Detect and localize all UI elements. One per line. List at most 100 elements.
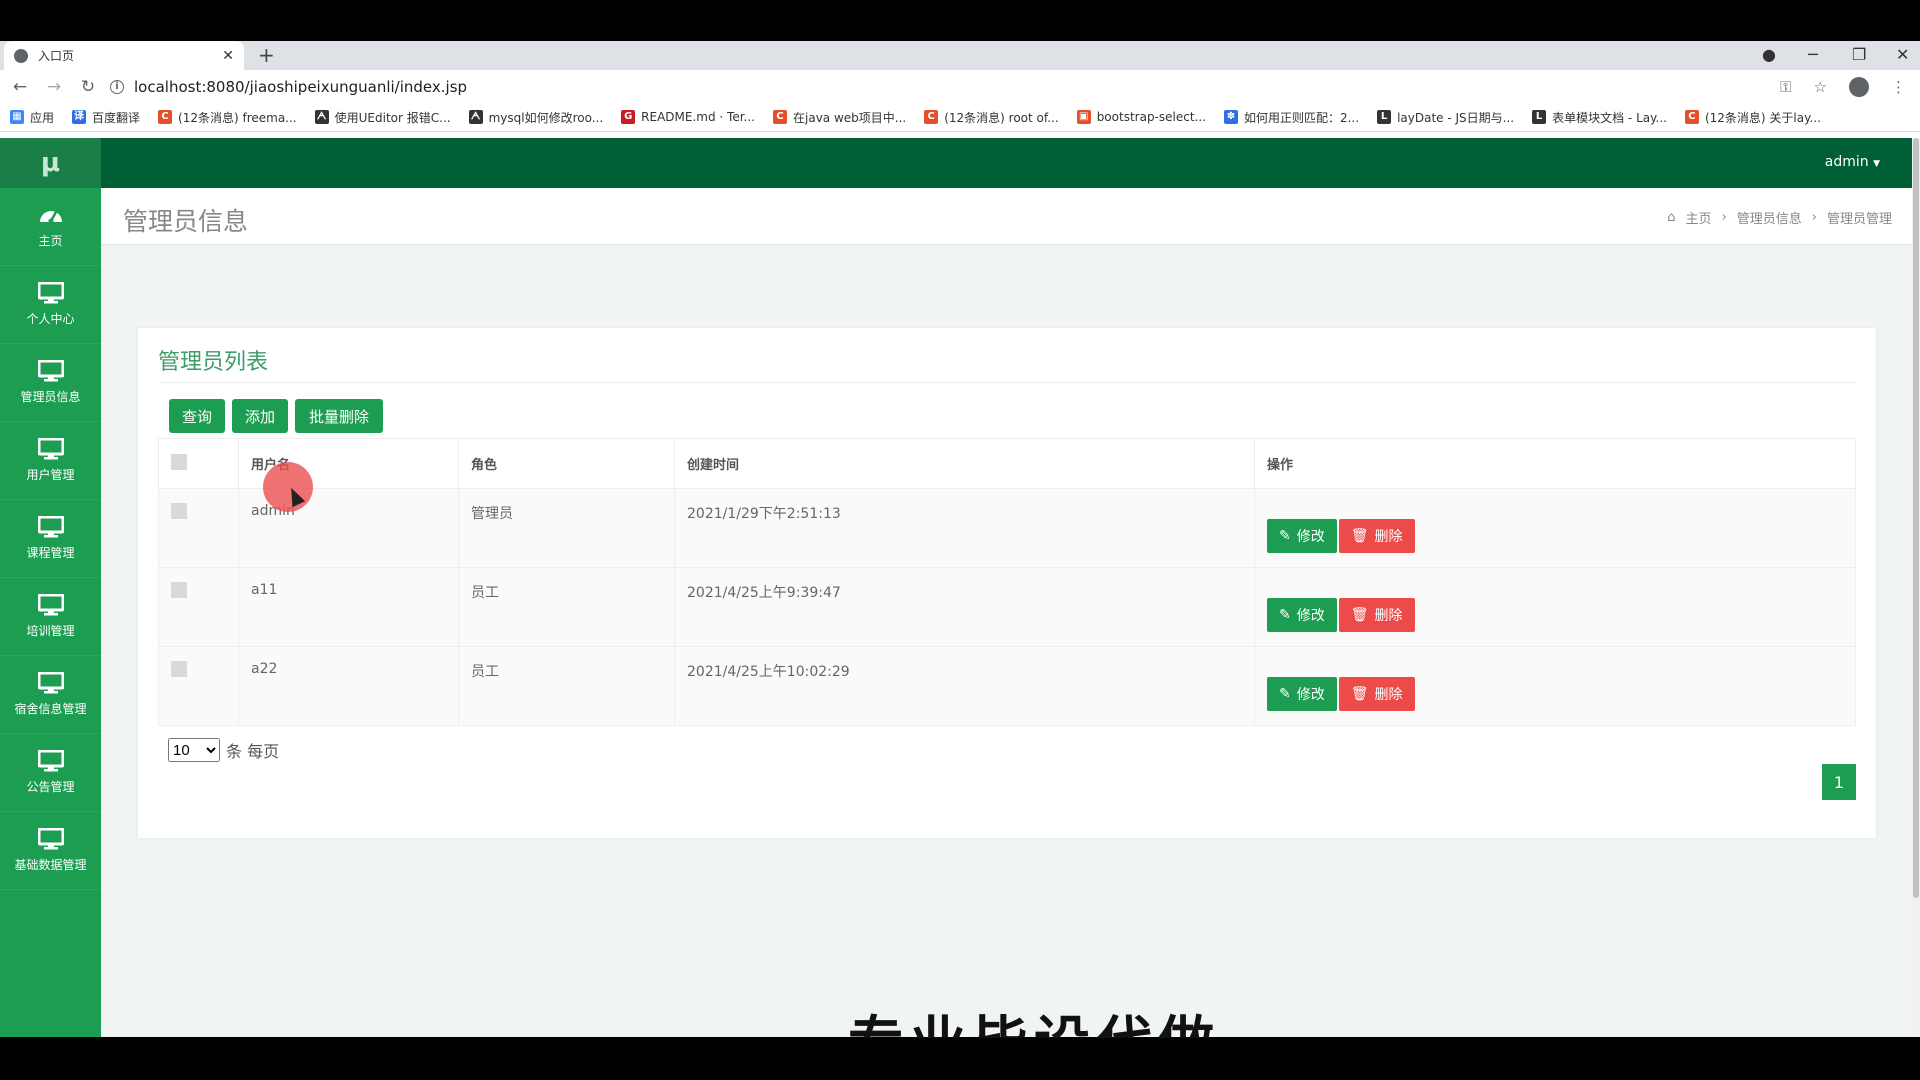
trash-icon: 🗑 (1350, 607, 1369, 623)
cell-actions: ✎ 修改 🗑 删除 (1254, 646, 1856, 726)
user-dropdown[interactable]: admin ▼ (1825, 154, 1880, 170)
sidebar: μ 主页 个人中心 管理员信息 用户管理 课程管理 培训管理 宿舍信息管理 公告管理 基础数据管… (0, 138, 101, 1037)
bookmark-label: 表单模块文档 - Lay... (1552, 110, 1667, 125)
bookmark-favicon-icon: ✽ (1223, 110, 1238, 124)
bookmark-item[interactable]: ▦ 应用 (10, 109, 54, 126)
edit-button[interactable]: ✎ 修改 (1267, 598, 1337, 632)
bookmark-label: 百度翻译 (92, 110, 141, 125)
edit-label: 修改 (1296, 529, 1325, 545)
bookmark-label: 应用 (30, 110, 55, 125)
bookmark-label: (12条消息) 关于lay... (1704, 110, 1821, 125)
page-scrollbar[interactable] (1912, 138, 1920, 1037)
close-icon[interactable]: ✕ (222, 48, 234, 64)
bookmark-favicon-icon: ᗅ (314, 110, 329, 124)
edit-button[interactable]: ✎ 修改 (1267, 519, 1337, 553)
restore-icon[interactable]: ❐ (1852, 45, 1866, 64)
edit-button[interactable]: ✎ 修改 (1267, 677, 1337, 711)
table-body: admin 管理员 2021/1/29下午2:51:13 ✎ 修改 🗑 删除 a11 员工 202… (158, 488, 1856, 726)
new-tab-icon[interactable]: + (258, 43, 275, 67)
sidebar-item[interactable]: 主页 (0, 188, 101, 266)
tab-index-page[interactable]: 入口页 ✕ (4, 41, 244, 70)
sidebar-item[interactable]: 课程管理 (0, 500, 101, 578)
delete-button[interactable]: 🗑 删除 (1338, 598, 1415, 632)
scrollbar-thumb[interactable] (1913, 138, 1919, 898)
bookmark-item[interactable]: L 表单模块文档 - Lay... (1532, 109, 1667, 126)
minimize-icon[interactable]: ─ (1808, 45, 1818, 64)
page-size-select[interactable]: 10 (168, 738, 220, 762)
sidebar-item-label: 管理员信息 (20, 390, 81, 404)
header-select-all[interactable] (158, 438, 239, 489)
star-icon[interactable]: ☆ (1814, 78, 1827, 96)
bookmark-item[interactable]: LlayDate - JS日期与... (1377, 109, 1514, 126)
kebab-menu-icon[interactable]: ⋮ (1891, 78, 1906, 96)
address-bar[interactable]: i localhost:8080/jiaoshipeixunguanli/ind… (110, 74, 1780, 100)
page-number-button[interactable]: 1 (1822, 764, 1856, 800)
page-header: 管理员信息 ⌂ 主页 › 管理员信息 › 管理员管理 (101, 188, 1912, 245)
row-checkbox[interactable] (171, 582, 187, 598)
sidebar-item[interactable]: 培训管理 (0, 578, 101, 656)
trash-icon: 🗑 (1350, 528, 1369, 544)
topbar: admin ▼ (101, 138, 1912, 188)
sidebar-item[interactable]: 用户管理 (0, 422, 101, 500)
header-role: 角色 (458, 438, 675, 489)
select-all-checkbox[interactable] (171, 453, 187, 470)
bookmark-item[interactable]: C (12条消息) freema... (158, 109, 297, 126)
table-row: a22 员工 2021/4/25上午10:02:29 ✎ 修改 🗑 删除 (158, 646, 1856, 726)
row-actions: ✎ 修改 🗑 删除 (1267, 598, 1843, 632)
account-download-icon[interactable]: ● (1762, 45, 1776, 64)
bookmark-item[interactable]: ᗅ 使用UEditor 报错C... (314, 109, 451, 126)
bookmark-item[interactable]: ᗅ mysql如何修改roo... (468, 109, 603, 126)
add-button[interactable]: 添加 (232, 399, 288, 433)
bookmark-item[interactable]: ✽ 如何用正则匹配：2... (1223, 109, 1360, 126)
bookmark-label: 如何用正则匹配：2... (1243, 110, 1360, 125)
reload-icon[interactable]: ↻ (74, 77, 102, 97)
sidebar-item[interactable]: 基础数据管理 (0, 812, 101, 890)
profile-avatar-icon[interactable] (1849, 76, 1869, 97)
toolbar-actions: ⚿ ☆ ⋮ (1780, 76, 1906, 97)
monitor-icon (37, 281, 64, 304)
bookmark-item[interactable]: C (12条消息) root of... (924, 109, 1059, 126)
row-select-cell (158, 567, 239, 647)
screen: 入口页 ✕ + ● ─ ❐ ✕ ← → ↻ i localhost:8080/j… (0, 0, 1920, 1080)
breadcrumb-home[interactable]: 主页 (1686, 208, 1712, 227)
divider (158, 382, 1856, 383)
table-row: a11 员工 2021/4/25上午9:39:47 ✎ 修改 🗑 删除 (158, 567, 1856, 647)
row-checkbox[interactable] (171, 661, 187, 677)
sidebar-item[interactable]: 管理员信息 (0, 344, 101, 422)
monitor-icon (37, 359, 64, 382)
header-created: 创建时间 (674, 438, 1255, 489)
forward-icon[interactable]: → (40, 77, 68, 97)
query-button[interactable]: 查询 (169, 399, 225, 433)
bookmark-item[interactable]: 译百度翻译 (72, 109, 140, 126)
window-close-icon[interactable]: ✕ (1896, 45, 1909, 64)
page-size-control: 10 条 每页 (168, 738, 279, 762)
batch-delete-button[interactable]: 批量删除 (295, 399, 383, 433)
page-title: 管理员信息 (123, 207, 249, 236)
bookmark-item[interactable]: C 在java web项目中... (773, 109, 906, 126)
sidebar-item-label: 基础数据管理 (14, 858, 87, 872)
info-icon[interactable]: i (110, 79, 124, 94)
browser-window: 入口页 ✕ + ● ─ ❐ ✕ ← → ↻ i localhost:8080/j… (0, 41, 1920, 1037)
caret-down-icon: ▼ (1873, 159, 1880, 169)
delete-button[interactable]: 🗑 删除 (1338, 677, 1415, 711)
bookmark-item[interactable]: ▣ bootstrap-select... (1076, 110, 1206, 124)
sidebar-item[interactable]: 宿舍信息管理 (0, 656, 101, 734)
bookmark-item[interactable]: C (12条消息) 关于lay... (1684, 109, 1821, 126)
bookmark-label: 在java web项目中... (793, 110, 907, 125)
sidebar-item[interactable]: 公告管理 (0, 734, 101, 812)
row-checkbox[interactable] (171, 503, 187, 519)
bookmark-item[interactable]: G README.md · Ter... (621, 110, 755, 124)
breadcrumb: ⌂ 主页 › 管理员信息 › 管理员管理 (1667, 208, 1892, 227)
key-icon[interactable]: ⚿ (1780, 78, 1791, 96)
edit-label: 修改 (1296, 608, 1325, 624)
home-icon: ⌂ (1667, 210, 1676, 225)
sidebar-item[interactable]: 个人中心 (0, 266, 101, 344)
bookmark-favicon-icon: C (773, 110, 787, 124)
admin-list-card: 管理员列表 查询 添加 批量删除 用户名 角色 创建时间 操作 admin 管理… (138, 328, 1876, 838)
breadcrumb-admin-info[interactable]: 管理员信息 (1737, 208, 1802, 227)
cell-username: a22 (238, 646, 459, 726)
back-icon[interactable]: ← (6, 77, 34, 97)
sidebar-menu: 主页 个人中心管理员信息用户管理 课程管理 培训管理 宿舍信息管理 公告管理基础数据管理 (0, 188, 101, 890)
browser-toolbar: ← → ↻ i localhost:8080/jiaoshipeixunguan… (0, 70, 1920, 103)
delete-button[interactable]: 🗑 删除 (1338, 519, 1415, 553)
